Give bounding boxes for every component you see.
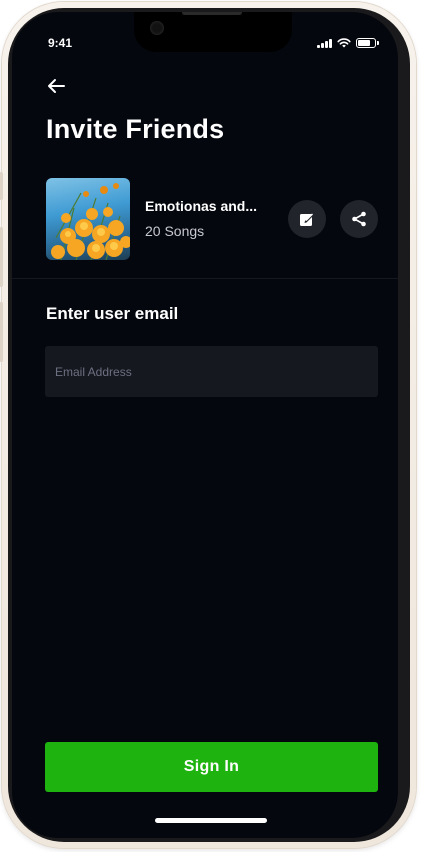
playlist-song-count: 20 Songs [145, 223, 205, 239]
status-time: 9:41 [48, 36, 73, 50]
page-title: Invite Friends [46, 114, 225, 144]
email-field[interactable] [45, 346, 378, 397]
phone-frame: 9:41 Invite Friends Emotionas and... 20 … [0, 2, 416, 848]
side-button-volume-down [0, 302, 3, 362]
notch [134, 12, 292, 52]
home-indicator [155, 818, 267, 823]
playlist-name: Emotionas and... [145, 198, 258, 214]
email-section-label: Enter user email [46, 304, 179, 323]
battery-icon [356, 38, 379, 48]
camera [150, 21, 164, 35]
playlist-card: Emotionas and... 20 Songs [46, 178, 380, 260]
side-button-mute [0, 172, 3, 200]
side-button-volume-up [0, 227, 3, 287]
sign-in-button[interactable]: Sign In [45, 742, 378, 792]
wifi-icon [337, 38, 351, 48]
share-button[interactable] [340, 200, 378, 238]
edit-icon [300, 213, 314, 226]
section-divider [12, 278, 398, 279]
app-screen: 9:41 Invite Friends Emotionas and... 20 … [12, 12, 398, 838]
edit-button[interactable] [288, 200, 326, 238]
back-arrow-icon [48, 79, 65, 93]
share-icon [352, 211, 366, 227]
playlist-cover-image [46, 178, 130, 260]
speaker [182, 12, 242, 15]
signal-icon [317, 38, 332, 48]
back-button[interactable] [44, 74, 68, 98]
status-icons [317, 38, 379, 48]
